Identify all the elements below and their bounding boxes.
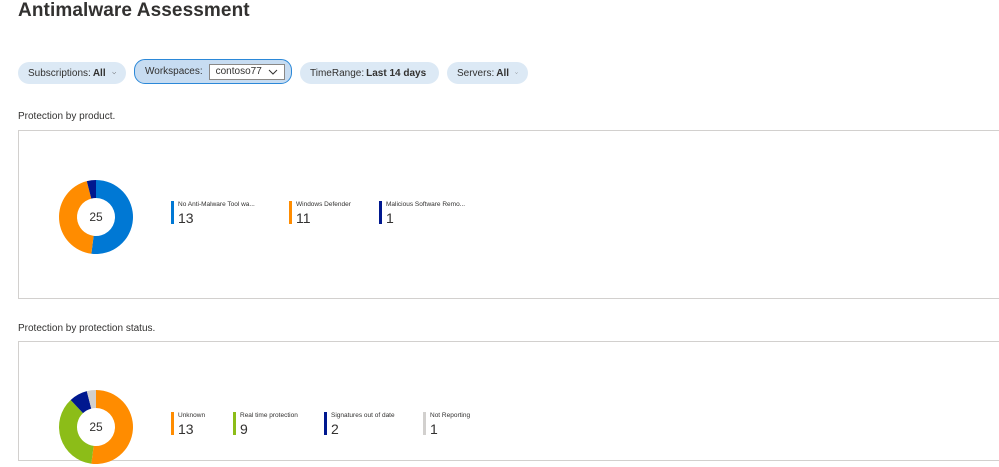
legend-color-bar: [289, 201, 292, 224]
protection-by-status-donut[interactable]: 25: [56, 387, 136, 467]
protection-by-product-panel: 25 No Anti-Malware Tool wa... 13 Windows D…: [18, 130, 999, 299]
legend-value: 1: [386, 210, 394, 226]
workspaces-filter-label: Workspaces:: [145, 66, 203, 77]
chevron-down-icon: [111, 71, 116, 75]
servers-filter-label: Servers:: [457, 67, 495, 79]
section-label-status: Protection by protection status.: [18, 323, 156, 334]
legend-label: Signatures out of date: [331, 412, 395, 419]
legend-label: Real time protection: [240, 412, 298, 419]
legend-color-bar: [324, 412, 327, 435]
legend-label: No Anti-Malware Tool wa...: [178, 201, 255, 208]
chevron-down-icon: [268, 69, 278, 75]
servers-filter-value: All: [496, 67, 510, 79]
legend-label: Unknown: [178, 412, 206, 419]
legend-value: 2: [331, 421, 339, 437]
timerange-filter[interactable]: TimeRange: Last 14 days: [300, 62, 439, 84]
page-title: Antimalware Assessment: [18, 0, 250, 21]
chevron-down-icon: [515, 72, 518, 74]
timerange-filter-label: TimeRange:: [310, 67, 365, 79]
workspaces-select[interactable]: contoso77: [208, 63, 285, 80]
donut-center-total: 25: [89, 420, 103, 434]
donut-center-total: 25: [89, 210, 103, 224]
legend-color-bar: [171, 412, 174, 435]
subscriptions-filter-value: All: [92, 67, 106, 79]
legend-color-bar: [233, 412, 236, 435]
timerange-filter-value: Last 14 days: [366, 67, 427, 79]
legend-color-bar: [171, 201, 174, 224]
legend-label: Windows Defender: [296, 201, 351, 208]
legend-value: 11: [296, 210, 311, 226]
section-label-product: Protection by product.: [18, 111, 116, 122]
legend-label: Malicious Software Remo...: [386, 201, 466, 208]
legend-value: 13: [178, 421, 194, 437]
legend-value: 13: [178, 210, 194, 226]
legend-color-bar: [379, 201, 382, 224]
protection-by-product-donut[interactable]: 25: [56, 177, 136, 257]
workspaces-filter[interactable]: Workspaces: contoso77: [134, 59, 292, 84]
legend-label: Not Reporting: [430, 412, 471, 419]
legend-color-bar: [423, 412, 426, 435]
servers-filter[interactable]: Servers: All: [447, 62, 528, 84]
subscriptions-filter[interactable]: Subscriptions: All: [18, 62, 126, 84]
workspaces-select-value: contoso77: [215, 66, 262, 77]
legend-value: 9: [240, 421, 248, 437]
protection-by-status-panel: 25 Unknown 13 Real time protection 9 Signatu…: [18, 341, 999, 464]
legend-value: 1: [430, 421, 438, 437]
subscriptions-filter-label: Subscriptions:: [28, 67, 91, 79]
